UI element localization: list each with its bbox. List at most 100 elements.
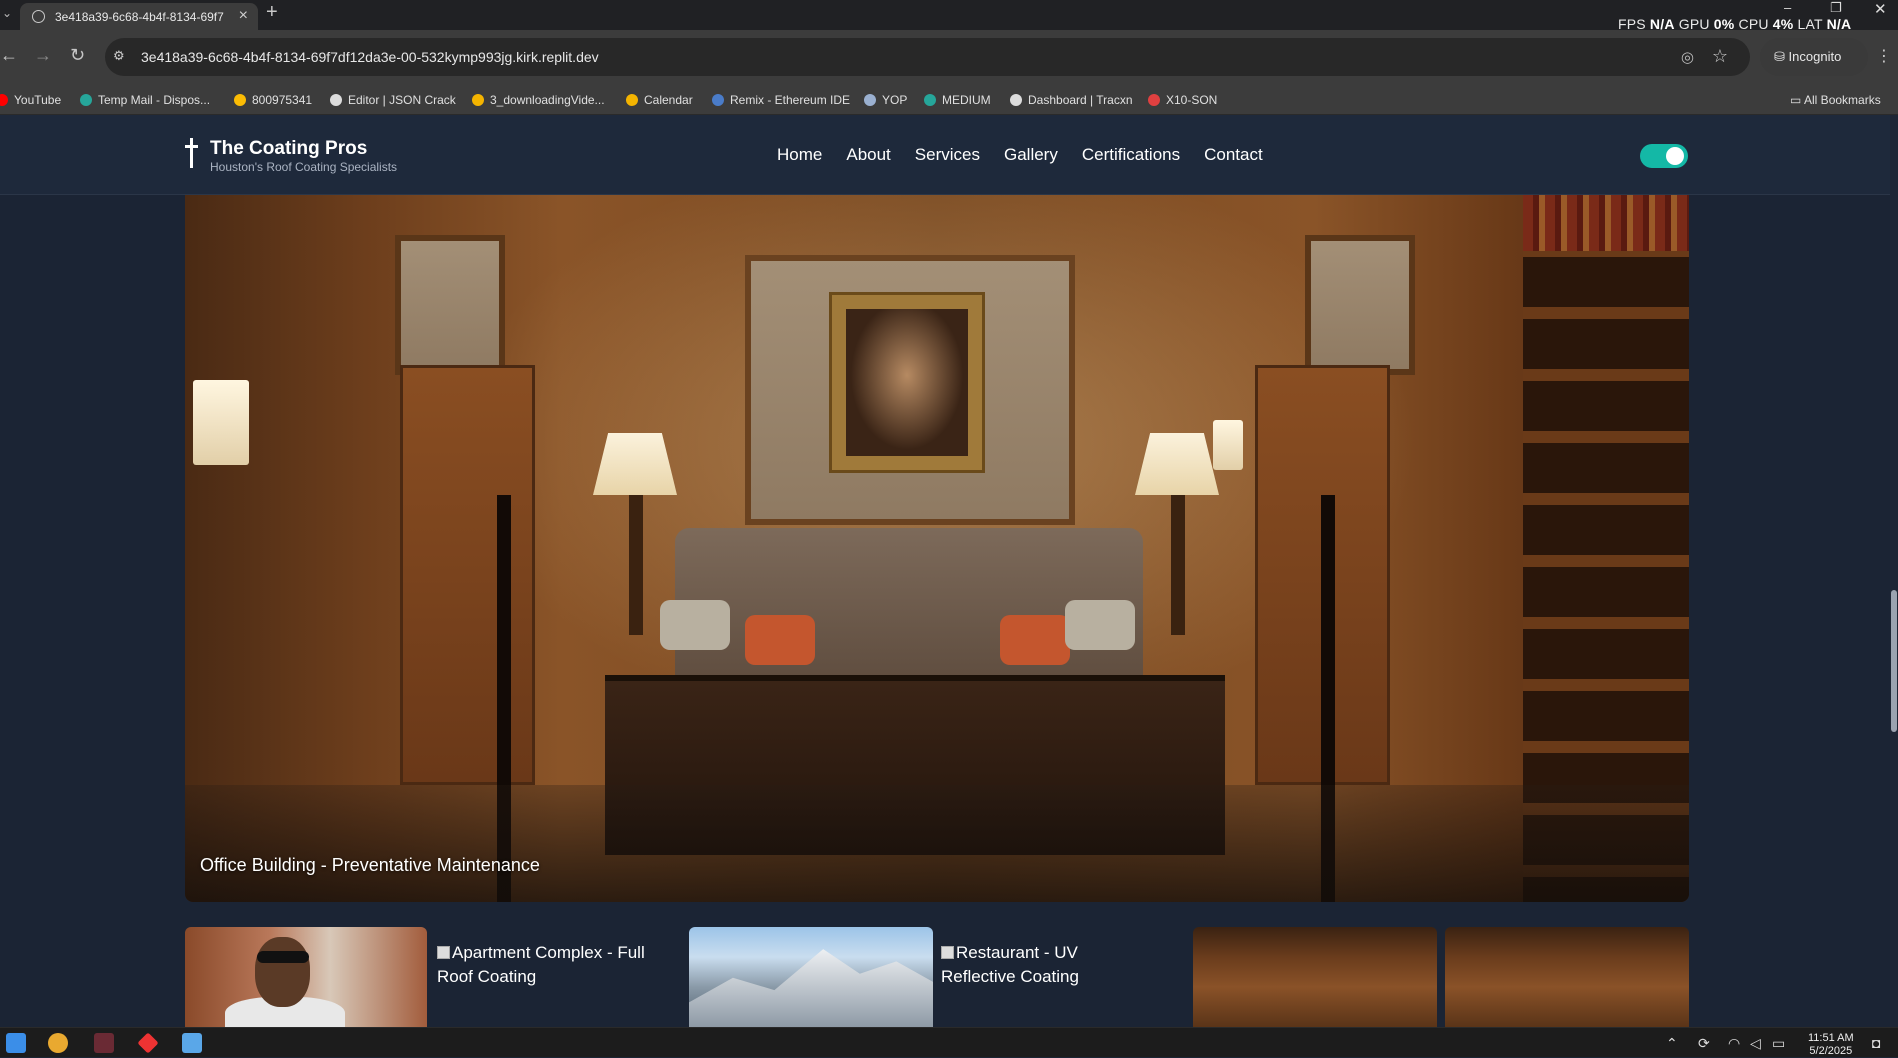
all-bookmarks[interactable]: ▭ All Bookmarks bbox=[1790, 93, 1881, 107]
snowy-mountain bbox=[689, 949, 933, 1027]
x10-icon bbox=[1148, 94, 1160, 106]
bookmark-star-icon[interactable]: ☆ bbox=[1712, 46, 1728, 67]
heart-icon bbox=[626, 94, 638, 106]
bookmarks-bar: YouTube Temp Mail - Dispos... 800975341 … bbox=[0, 85, 1898, 115]
nav-services[interactable]: Services bbox=[915, 145, 980, 165]
os-taskbar: ⌃ ⟳ ◠ ◁ ▭ 11:51 AM 5/2/2025 ◘ bbox=[0, 1027, 1898, 1057]
remix-icon bbox=[712, 94, 724, 106]
page-viewport: The Coating Pros Houston's Roof Coating … bbox=[0, 115, 1898, 1027]
floor-shadow bbox=[185, 785, 1689, 902]
system-clock[interactable]: 11:51 AM 5/2/2025 bbox=[1808, 1032, 1854, 1058]
url-text[interactable]: 3e418a39-6c68-4b4f-8134-69f7df12da3e-00-… bbox=[141, 49, 599, 65]
gallery-thumbnails: Apartment Complex - Full Roof Coating Re… bbox=[185, 927, 1689, 1027]
windows-start-icon[interactable] bbox=[6, 1033, 26, 1053]
app-icon[interactable] bbox=[94, 1033, 114, 1053]
nav-gallery[interactable]: Gallery bbox=[1004, 145, 1058, 165]
globe-icon bbox=[32, 10, 45, 23]
broken-image-icon bbox=[437, 946, 450, 959]
nav-about[interactable]: About bbox=[846, 145, 890, 165]
sync-icon[interactable]: ⟳ bbox=[1698, 1035, 1710, 1052]
sunglasses bbox=[257, 951, 309, 963]
lamp-stand bbox=[1171, 495, 1185, 635]
clock-time: 11:51 AM bbox=[1808, 1032, 1854, 1044]
wall-sconce bbox=[193, 380, 249, 465]
bookmark-youtube[interactable]: YouTube bbox=[0, 93, 61, 107]
thumb-broken-apartment[interactable]: Apartment Complex - Full Roof Coating bbox=[437, 941, 647, 989]
notification-icon[interactable]: ◘ bbox=[1872, 1035, 1880, 1051]
address-bar[interactable]: ⚙ 3e418a39-6c68-4b4f-8134-69f7df12da3e-0… bbox=[105, 38, 1750, 76]
bookmark-tracxn[interactable]: Dashboard | Tracxn bbox=[1010, 93, 1133, 107]
bookmark-remix[interactable]: Remix - Ethereum IDE bbox=[712, 93, 850, 107]
toggle-knob bbox=[1666, 147, 1684, 165]
json-crack-icon bbox=[330, 94, 342, 106]
face bbox=[255, 937, 310, 1007]
tracxn-icon bbox=[1010, 94, 1022, 106]
main-nav: Home About Services Gallery Certificatio… bbox=[777, 145, 1263, 165]
incognito-badge[interactable]: ⛁ Incognito bbox=[1760, 38, 1868, 76]
restore-icon[interactable]: ❐ bbox=[1830, 0, 1842, 16]
site-info-icon[interactable]: ⚙ bbox=[113, 48, 125, 64]
nav-certifications[interactable]: Certifications bbox=[1082, 145, 1180, 165]
theme-toggle[interactable] bbox=[1640, 144, 1688, 168]
forward-arrow-icon[interactable]: → bbox=[34, 45, 52, 66]
bookmark-download-video[interactable]: 3_downloadingVide... bbox=[472, 93, 605, 107]
infinity-icon bbox=[472, 94, 484, 106]
app-red-icon[interactable] bbox=[137, 1032, 159, 1054]
tray-chevron-icon[interactable]: ⌃ bbox=[1666, 1035, 1678, 1052]
thumb-portrait[interactable] bbox=[185, 927, 427, 1027]
browser-tab[interactable]: 3e418a39-6c68-4b4f-8134-69f7 × bbox=[20, 3, 258, 30]
clock-date: 5/2/2025 bbox=[1809, 1045, 1853, 1057]
youtube-icon bbox=[0, 94, 8, 106]
tab-search-chevron-icon[interactable]: ⌄ bbox=[2, 6, 12, 20]
pillow bbox=[745, 615, 815, 665]
cross-logo-icon[interactable] bbox=[185, 138, 198, 168]
hero-caption: Office Building - Preventative Maintenan… bbox=[200, 855, 540, 875]
tab-strip: ⌄ 3e418a39-6c68-4b4f-8134-69f7 × + FPS N… bbox=[0, 0, 1898, 32]
incognito-label: Incognito bbox=[1788, 49, 1842, 64]
browser-menu-icon[interactable]: ⋮ bbox=[1876, 46, 1892, 66]
pillow bbox=[1000, 615, 1070, 665]
reload-icon[interactable]: ↻ bbox=[70, 45, 85, 66]
wall-sconce bbox=[1213, 420, 1243, 470]
thumb-broken-restaurant[interactable]: Restaurant - UV Reflective Coating bbox=[941, 941, 1151, 989]
thumb-mountain[interactable] bbox=[689, 927, 933, 1027]
nav-contact[interactable]: Contact bbox=[1204, 145, 1263, 165]
bookmark-json-crack[interactable]: Editor | JSON Crack bbox=[330, 93, 456, 107]
thumb-interior-2[interactable] bbox=[1445, 927, 1689, 1027]
chrome-icon[interactable] bbox=[48, 1033, 68, 1053]
bookmark-drive[interactable]: 800975341 bbox=[234, 93, 312, 107]
new-tab-button[interactable]: + bbox=[266, 1, 278, 24]
battery-icon[interactable]: ▭ bbox=[1772, 1035, 1785, 1052]
nav-home[interactable]: Home bbox=[777, 145, 822, 165]
google-drive-icon bbox=[234, 94, 246, 106]
volume-icon[interactable]: ◁ bbox=[1750, 1035, 1761, 1052]
pillow bbox=[1065, 600, 1135, 650]
brand-name[interactable]: The Coating Pros bbox=[210, 138, 367, 160]
bookmark-yop[interactable]: YOP bbox=[864, 93, 907, 107]
back-arrow-icon[interactable]: ← bbox=[0, 45, 18, 66]
tracking-eye-off-icon[interactable]: ◎ bbox=[1681, 48, 1694, 66]
bookmark-x10[interactable]: X10-SON bbox=[1148, 93, 1217, 107]
medium-icon bbox=[924, 94, 936, 106]
page-scrollbar[interactable] bbox=[1890, 115, 1898, 1027]
temp-mail-icon bbox=[80, 94, 92, 106]
thumb-interior-1[interactable] bbox=[1193, 927, 1437, 1027]
wifi-icon[interactable]: ◠ bbox=[1728, 1035, 1740, 1052]
wall-panel bbox=[395, 235, 505, 375]
brand-tagline: Houston's Roof Coating Specialists bbox=[210, 160, 398, 174]
scrollbar-thumb[interactable] bbox=[1891, 590, 1897, 732]
bookmark-medium[interactable]: MEDIUM bbox=[924, 93, 991, 107]
notepad-icon[interactable] bbox=[182, 1033, 202, 1053]
lamp-stand bbox=[629, 495, 643, 635]
wall-panel bbox=[1305, 235, 1415, 375]
window-close-icon[interactable]: ✕ bbox=[1874, 0, 1887, 18]
incognito-icon: ⛁ bbox=[1774, 49, 1785, 64]
close-tab-icon[interactable]: × bbox=[239, 7, 248, 25]
framed-portrait bbox=[832, 295, 982, 470]
site-header: The Coating Pros Houston's Roof Coating … bbox=[0, 115, 1890, 195]
browser-toolbar: ← → ↻ ⚙ 3e418a39-6c68-4b4f-8134-69f7df12… bbox=[0, 30, 1898, 85]
bookmark-temp-mail[interactable]: Temp Mail - Dispos... bbox=[80, 93, 210, 107]
bookmark-calendar[interactable]: Calendar bbox=[626, 93, 693, 107]
minimize-icon[interactable]: – bbox=[1784, 0, 1791, 15]
gallery-hero-image[interactable]: Office Building - Preventative Maintenan… bbox=[185, 195, 1689, 902]
